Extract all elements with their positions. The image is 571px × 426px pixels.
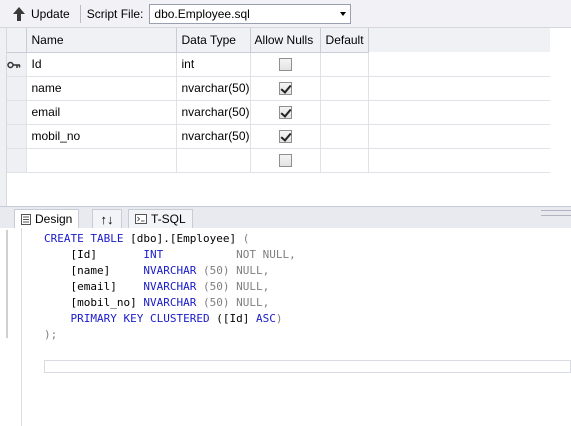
row-selector[interactable] [7,52,27,77]
default-cell[interactable] [320,124,369,149]
allow-nulls-checkbox[interactable] [278,58,292,72]
columns-grid: Name Data Type Allow Nulls Default Id in… [7,28,551,173]
outline-marker [6,230,8,338]
grid-header-row: Name Data Type Allow Nulls Default [7,28,551,53]
sql-code[interactable]: CREATE TABLE [dbo].[Employee] ( [Id] INT… [44,231,296,343]
header-name[interactable]: Name [26,28,177,53]
update-button[interactable]: Update [0,3,76,25]
primary-key-icon [7,61,21,69]
row-filler [368,124,551,149]
sql-end: ); [44,328,58,341]
header-default[interactable]: Default [320,28,369,53]
table-row[interactable]: email nvarchar(50) [7,100,551,125]
data-type-cell[interactable]: nvarchar(50) [176,76,251,101]
tab-tsql[interactable]: T-SQL [128,209,193,228]
sql-table-name: [dbo].[Employee] [123,232,243,245]
sql-col: [Id] [70,248,98,261]
allow-nulls-checkbox[interactable] [278,154,292,168]
sql-pk-col: ([Id] [216,312,256,325]
sql-col: [name] [70,264,111,277]
sql-size: (50) [202,280,230,293]
editor-current-line[interactable] [44,360,571,373]
table-row[interactable]: Id int [7,52,551,77]
swap-panes-button[interactable]: ↑↓ [92,209,122,228]
column-name-cell[interactable]: Id [26,52,177,77]
sql-paren: ( [242,232,250,245]
allow-nulls-checkbox[interactable] [278,130,292,144]
design-icon [21,213,31,225]
data-type-cell[interactable]: int [176,52,251,77]
tab-design[interactable]: Design [14,209,80,228]
row-selector[interactable] [7,100,27,125]
sql-null: NOT NULL, [236,248,296,261]
update-arrow-icon [13,6,25,21]
toolbar-separator [79,4,81,23]
editor-gutter [0,228,22,426]
header-data-type[interactable]: Data Type [176,28,251,53]
data-type-cell[interactable] [176,148,251,173]
column-name-cell[interactable]: mobil_no [26,124,177,149]
sql-pk-close: ) [275,312,283,325]
tab-tsql-label: T-SQL [151,212,186,226]
splitter-grip[interactable] [541,210,571,216]
grid-left-strip [0,28,7,206]
select-all-header[interactable] [7,28,27,53]
sql-type: NVARCHAR [143,264,197,277]
designer-toolbar: Update Script File: dbo.Employee.sql [0,0,571,28]
row-filler [368,52,551,77]
sql-editor[interactable]: CREATE TABLE [dbo].[Employee] ( [Id] INT… [0,228,571,426]
row-selector[interactable] [7,124,27,149]
sql-type: NVARCHAR [143,280,197,293]
allow-nulls-cell[interactable] [250,76,321,101]
chevron-down-icon [340,11,347,16]
column-name-cell[interactable]: email [26,100,177,125]
script-file-dropdown[interactable]: dbo.Employee.sql [149,3,352,24]
header-filler [368,28,551,52]
column-name-cell[interactable]: name [26,76,177,101]
allow-nulls-checkbox[interactable] [278,82,292,96]
script-file-label: Script File: [86,6,144,21]
view-tab-bar: Design ↑↓ T-SQL [0,206,571,228]
column-name-cell[interactable] [26,148,177,173]
data-type-cell[interactable]: nvarchar(50) [176,124,251,149]
table-row-new[interactable] [7,148,551,173]
allow-nulls-cell[interactable] [250,100,321,125]
sql-size: (50) [202,264,230,277]
swap-arrows-icon: ↑↓ [100,211,114,227]
default-cell[interactable] [320,148,369,173]
allow-nulls-checkbox[interactable] [278,106,292,120]
sql-keyword: CREATE TABLE [44,232,124,245]
columns-grid-panel: Name Data Type Allow Nulls Default Id in… [0,28,571,206]
tab-design-label: Design [35,212,73,226]
header-allow-nulls[interactable]: Allow Nulls [250,28,321,53]
sql-col: [email] [70,280,117,293]
sql-size: (50) [202,296,230,309]
default-cell[interactable] [320,76,369,101]
row-filler [368,148,551,173]
allow-nulls-cell[interactable] [250,52,321,77]
sql-pk-dir: ASC [255,312,276,325]
update-button-label: Update [31,6,70,21]
sql-null: NULL, [236,296,270,309]
row-selector[interactable] [7,76,27,101]
default-cell[interactable] [320,52,369,77]
sql-col: [mobil_no] [70,296,137,309]
data-type-cell[interactable]: nvarchar(50) [176,100,251,125]
script-file-value: dbo.Employee.sql [154,6,250,21]
row-filler [368,76,551,101]
tsql-icon [135,214,147,224]
sql-null: NULL, [236,264,270,277]
row-selector[interactable] [7,148,27,173]
table-row[interactable]: name nvarchar(50) [7,76,551,101]
allow-nulls-cell[interactable] [250,124,321,149]
row-filler [368,100,551,125]
sql-type: NVARCHAR [143,296,197,309]
sql-null: NULL, [236,280,270,293]
sql-type: INT [143,248,164,261]
allow-nulls-cell[interactable] [250,148,321,173]
default-cell[interactable] [320,100,369,125]
table-row[interactable]: mobil_no nvarchar(50) [7,124,551,149]
sql-pk-keyword: PRIMARY KEY CLUSTERED [70,312,210,325]
